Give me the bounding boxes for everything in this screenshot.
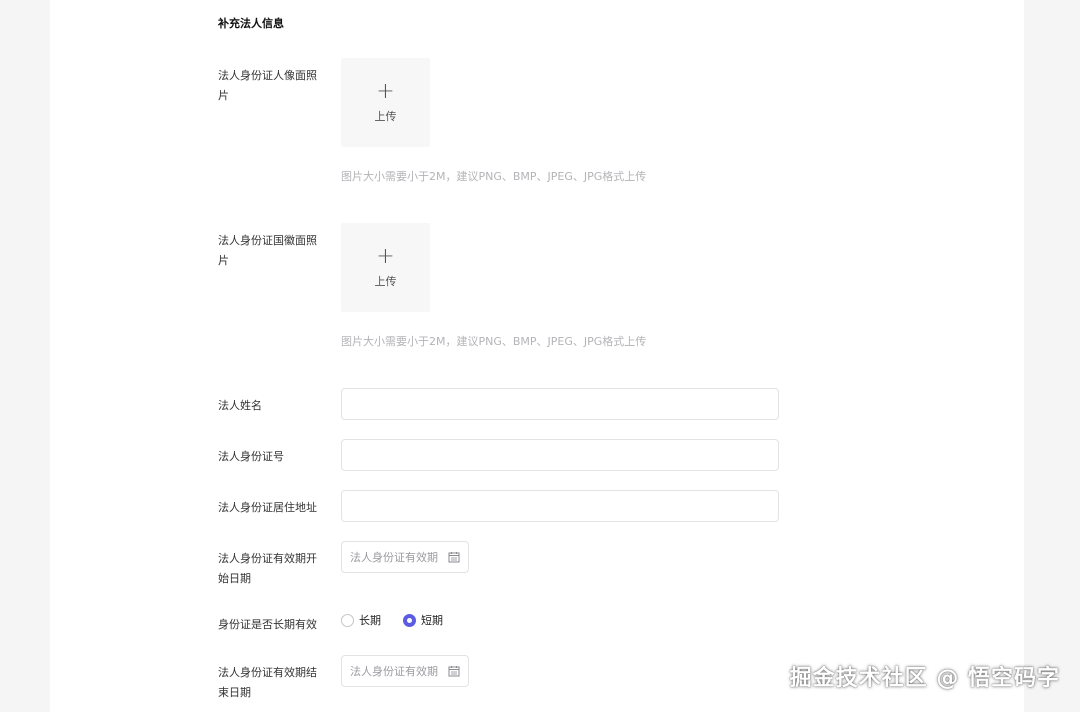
upload-label: 上传 — [374, 109, 397, 123]
watermark: 掘金技术社区 @ 悟空码字 — [789, 666, 1060, 691]
plus-icon: + — [376, 243, 395, 269]
address-label: 法人身份证居住地址 — [218, 501, 317, 514]
radio-short-term[interactable]: 短期 — [403, 612, 443, 628]
address-input[interactable] — [341, 490, 779, 522]
end-date-label-line1: 法人身份证有效期结 — [218, 666, 317, 679]
end-date-label-line2: 束日期 — [218, 686, 251, 699]
calendar-icon — [448, 666, 460, 677]
id-front-label-line2: 片 — [218, 89, 229, 102]
id-number-input[interactable] — [341, 439, 779, 471]
radio-long-term[interactable]: 长期 — [341, 612, 381, 628]
end-date-picker[interactable]: 法人身份证有效期 — [341, 655, 469, 687]
start-date-label-line2: 始日期 — [218, 572, 251, 585]
radio-checked-icon — [403, 613, 416, 627]
plus-icon: + — [376, 78, 395, 104]
id-front-label: 法人身份证人像面照 片 — [218, 66, 326, 106]
end-date-label: 法人身份证有效期结 束日期 — [218, 663, 326, 703]
long-term-radio-group: 长期 短期 — [341, 612, 465, 628]
upload-label: 上传 — [374, 274, 397, 288]
start-date-picker[interactable]: 法人身份证有效期 — [341, 541, 469, 573]
id-back-label: 法人身份证国徽面照 片 — [218, 231, 326, 271]
radio-long-term-label: 长期 — [359, 614, 381, 627]
id-front-hint: 图片大小需要小于2M，建议PNG、BMP、JPEG、JPG格式上传 — [341, 170, 647, 183]
id-front-upload-button[interactable]: + 上传 — [341, 58, 430, 147]
id-number-label: 法人身份证号 — [218, 450, 284, 463]
calendar-icon — [448, 552, 460, 563]
id-front-label-line1: 法人身份证人像面照 — [218, 69, 317, 82]
id-back-label-line1: 法人身份证国徽面照 — [218, 234, 317, 247]
form-panel — [50, 0, 1024, 712]
section-title: 补充法人信息 — [218, 17, 284, 30]
id-back-upload-button[interactable]: + 上传 — [341, 223, 430, 312]
radio-unchecked-icon — [341, 613, 354, 627]
end-date-placeholder: 法人身份证有效期 — [350, 665, 438, 678]
start-date-placeholder: 法人身份证有效期 — [350, 551, 438, 564]
id-back-label-line2: 片 — [218, 254, 229, 267]
name-input[interactable] — [341, 388, 779, 420]
name-label: 法人姓名 — [218, 399, 262, 412]
long-term-label: 身份证是否长期有效 — [218, 618, 317, 631]
start-date-label-line1: 法人身份证有效期开 — [218, 552, 317, 565]
id-back-hint: 图片大小需要小于2M，建议PNG、BMP、JPEG、JPG格式上传 — [341, 335, 647, 348]
radio-short-term-label: 短期 — [421, 614, 443, 627]
start-date-label: 法人身份证有效期开 始日期 — [218, 549, 326, 589]
